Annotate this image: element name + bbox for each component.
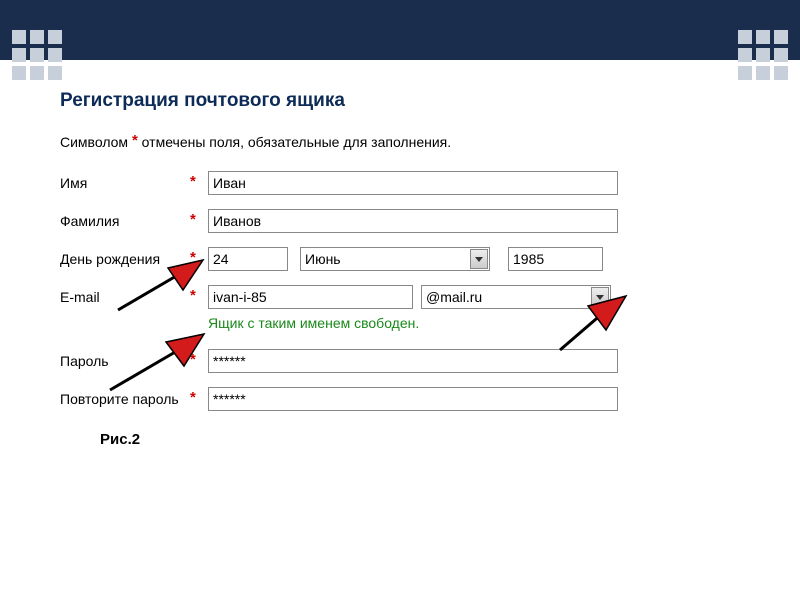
- birthday-label: День рождения: [60, 251, 190, 267]
- required-star: *: [190, 389, 196, 406]
- required-star: *: [190, 173, 196, 190]
- asterisk-icon: *: [132, 132, 138, 149]
- birthday-month-select[interactable]: [300, 247, 490, 271]
- required-star: *: [190, 249, 196, 266]
- figure-caption: Рис.2: [100, 431, 750, 448]
- last-name-input[interactable]: [208, 209, 618, 233]
- last-name-label: Фамилия: [60, 213, 190, 229]
- required-star: *: [190, 287, 196, 304]
- chevron-down-icon[interactable]: [470, 249, 488, 269]
- page-title: Регистрация почтового ящика: [60, 90, 750, 112]
- required-star: *: [190, 211, 196, 228]
- birthday-year-input[interactable]: [508, 247, 603, 271]
- password-input[interactable]: [208, 349, 618, 373]
- required-star: *: [190, 351, 196, 368]
- password-confirm-input[interactable]: [208, 387, 618, 411]
- required-note: Символом * отмечены поля, обязательные д…: [60, 134, 750, 151]
- header-bar: [0, 0, 800, 60]
- password-label: Пароль: [60, 353, 190, 369]
- first-name-input[interactable]: [208, 171, 618, 195]
- password-confirm-label: Повторите пароль: [60, 391, 190, 407]
- birthday-day-input[interactable]: [208, 247, 288, 271]
- chevron-down-icon[interactable]: [591, 287, 609, 307]
- email-domain-select[interactable]: [421, 285, 611, 309]
- email-label: E-mail: [60, 289, 190, 305]
- email-local-input[interactable]: [208, 285, 413, 309]
- first-name-label: Имя: [60, 175, 190, 191]
- email-available-message: Ящик с таким именем свободен.: [208, 315, 750, 331]
